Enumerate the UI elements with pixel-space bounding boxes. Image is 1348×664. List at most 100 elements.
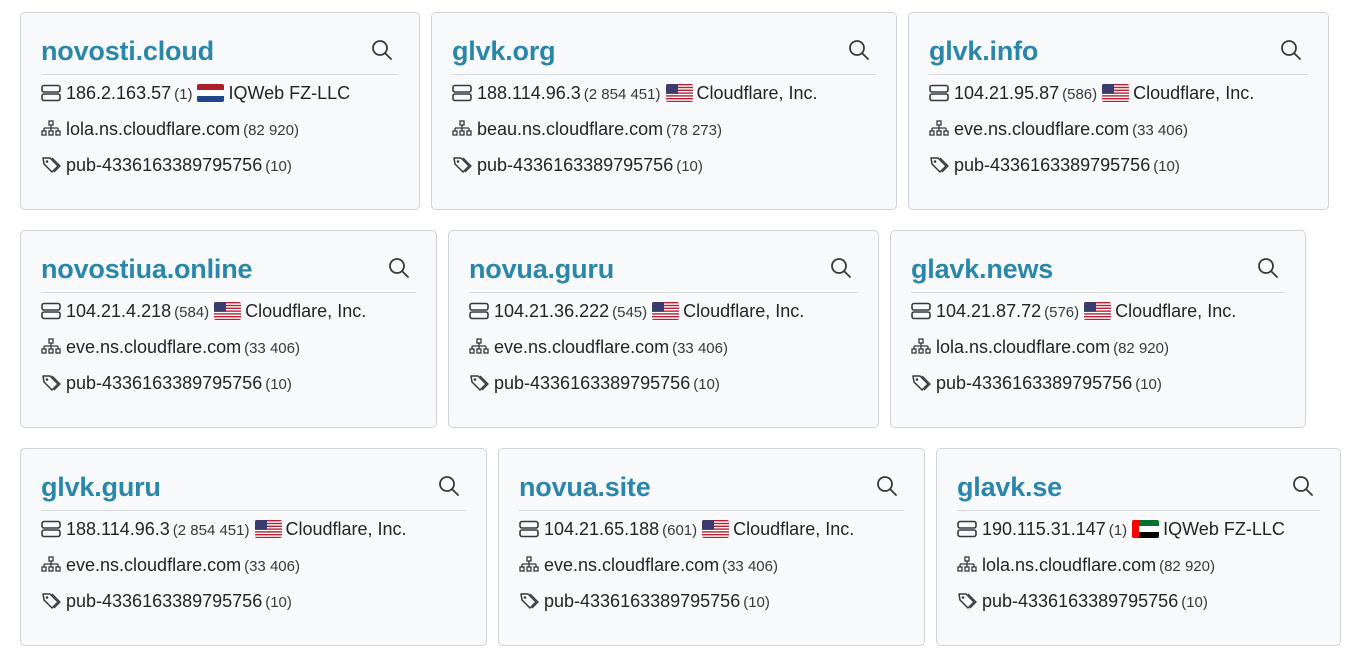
ip-address[interactable]: 188.114.96.3 <box>477 83 581 103</box>
ip-address[interactable]: 104.21.4.218 <box>66 301 171 321</box>
pub-line: pub-4336163389795756 (10) <box>41 147 399 183</box>
sitemap-icon <box>957 556 977 574</box>
search-icon[interactable] <box>371 39 393 61</box>
provider-name[interactable]: Cloudflare, Inc. <box>683 301 804 321</box>
ip-line: 104.21.95.87 (586) Cloudflare, Inc. <box>929 75 1308 111</box>
domain-link[interactable]: glavk.se <box>957 471 1062 503</box>
provider-name[interactable]: Cloudflare, Inc. <box>697 83 818 103</box>
ip-address[interactable]: 190.115.31.147 <box>982 519 1106 539</box>
pub-line: pub-4336163389795756 (10) <box>929 147 1308 183</box>
pub-line: pub-4336163389795756 (10) <box>41 365 416 401</box>
ip-count: (2 854 451) <box>583 86 661 103</box>
domain-card: novua.site 104.21.65.188 (601) Cloudflare,… <box>498 448 925 646</box>
nameserver[interactable]: lola.ns.cloudflare.com <box>936 337 1110 357</box>
ip-line: 104.21.4.218 (584) Cloudflare, Inc. <box>41 293 416 329</box>
search-icon[interactable] <box>388 257 410 279</box>
domain-link[interactable]: novua.site <box>519 471 651 503</box>
ip-address[interactable]: 104.21.36.222 <box>494 301 609 321</box>
publisher-id[interactable]: pub-4336163389795756 <box>66 373 262 393</box>
tag-icon <box>929 156 949 174</box>
card-header: novua.site <box>519 449 904 511</box>
ip-address[interactable]: 186.2.163.57 <box>66 83 171 103</box>
us-flag-icon <box>702 520 730 538</box>
pub-count: (10) <box>743 594 770 611</box>
nameserver[interactable]: eve.ns.cloudflare.com <box>66 555 241 575</box>
search-icon[interactable] <box>848 39 870 61</box>
provider-name[interactable]: Cloudflare, Inc. <box>245 301 366 321</box>
provider-name[interactable]: Cloudflare, Inc. <box>1133 83 1254 103</box>
pub-count: (10) <box>265 158 292 175</box>
publisher-id[interactable]: pub-4336163389795756 <box>66 591 262 611</box>
ns-count: (78 273) <box>666 122 722 139</box>
nameserver[interactable]: eve.ns.cloudflare.com <box>494 337 669 357</box>
ip-count: (584) <box>174 304 210 321</box>
pub-line: pub-4336163389795756 (10) <box>452 147 876 183</box>
ns-line: lola.ns.cloudflare.com (82 920) <box>911 329 1285 365</box>
ns-line: eve.ns.cloudflare.com (33 406) <box>929 111 1308 147</box>
provider-name[interactable]: Cloudflare, Inc. <box>1115 301 1236 321</box>
domain-link[interactable]: novostiua.online <box>41 253 253 285</box>
ns-line: lola.ns.cloudflare.com (82 920) <box>41 111 399 147</box>
ip-line: 104.21.65.188 (601) Cloudflare, Inc. <box>519 511 904 547</box>
nameserver[interactable]: eve.ns.cloudflare.com <box>954 119 1129 139</box>
search-icon[interactable] <box>438 475 460 497</box>
sitemap-icon <box>41 338 61 356</box>
domain-card: novosti.cloud 186.2.163.57 (1) IQWeb FZ-LL… <box>20 12 420 210</box>
ip-count: (586) <box>1062 86 1098 103</box>
pub-count: (10) <box>265 376 292 393</box>
publisher-id[interactable]: pub-4336163389795756 <box>544 591 740 611</box>
provider-name[interactable]: Cloudflare, Inc. <box>286 519 407 539</box>
sitemap-icon <box>911 338 931 356</box>
ns-count: (82 920) <box>1159 558 1215 575</box>
domain-link[interactable]: glvk.guru <box>41 471 161 503</box>
ns-line: eve.ns.cloudflare.com (33 406) <box>469 329 858 365</box>
nameserver[interactable]: beau.ns.cloudflare.com <box>477 119 663 139</box>
pub-count: (10) <box>676 158 703 175</box>
sitemap-icon <box>452 120 472 138</box>
search-icon[interactable] <box>1292 475 1314 497</box>
ip-address[interactable]: 188.114.96.3 <box>66 519 170 539</box>
publisher-id[interactable]: pub-4336163389795756 <box>477 155 673 175</box>
publisher-id[interactable]: pub-4336163389795756 <box>494 373 690 393</box>
tag-icon <box>519 592 539 610</box>
publisher-id[interactable]: pub-4336163389795756 <box>936 373 1132 393</box>
provider-name[interactable]: Cloudflare, Inc. <box>733 519 854 539</box>
server-icon <box>41 84 61 102</box>
server-icon <box>469 302 489 320</box>
ip-line: 104.21.87.72 (576) Cloudflare, Inc. <box>911 293 1285 329</box>
domain-link[interactable]: glvk.org <box>452 35 556 67</box>
domain-link[interactable]: novua.guru <box>469 253 614 285</box>
search-icon[interactable] <box>1257 257 1279 279</box>
search-icon[interactable] <box>876 475 898 497</box>
search-icon[interactable] <box>830 257 852 279</box>
tag-icon <box>452 156 472 174</box>
domain-card: glvk.guru 188.114.96.3 (2 854 451) Cloudfl… <box>20 448 487 646</box>
provider-name[interactable]: IQWeb FZ-LLC <box>228 83 350 103</box>
ip-count: (2 854 451) <box>172 522 250 539</box>
sitemap-icon <box>41 556 61 574</box>
domain-link[interactable]: glavk.news <box>911 253 1053 285</box>
sitemap-icon <box>929 120 949 138</box>
pub-line: pub-4336163389795756 (10) <box>519 583 904 619</box>
ip-address[interactable]: 104.21.87.72 <box>936 301 1041 321</box>
domain-link[interactable]: glvk.info <box>929 35 1038 67</box>
nameserver[interactable]: eve.ns.cloudflare.com <box>544 555 719 575</box>
publisher-id[interactable]: pub-4336163389795756 <box>954 155 1150 175</box>
publisher-id[interactable]: pub-4336163389795756 <box>66 155 262 175</box>
ns-count: (33 406) <box>672 340 728 357</box>
card-header: glvk.info <box>929 13 1308 75</box>
publisher-id[interactable]: pub-4336163389795756 <box>982 591 1178 611</box>
ip-address[interactable]: 104.21.95.87 <box>954 83 1059 103</box>
nameserver[interactable]: eve.ns.cloudflare.com <box>66 337 241 357</box>
us-flag-icon <box>652 302 680 320</box>
provider-name[interactable]: IQWeb FZ-LLC <box>1163 519 1285 539</box>
ip-count: (576) <box>1044 304 1080 321</box>
search-icon[interactable] <box>1280 39 1302 61</box>
pub-count: (10) <box>1153 158 1180 175</box>
domain-card: glavk.news 104.21.87.72 (576) Cloudflare, … <box>890 230 1306 428</box>
server-icon <box>452 84 472 102</box>
nameserver[interactable]: lola.ns.cloudflare.com <box>982 555 1156 575</box>
domain-link[interactable]: novosti.cloud <box>41 35 214 67</box>
nameserver[interactable]: lola.ns.cloudflare.com <box>66 119 240 139</box>
ip-address[interactable]: 104.21.65.188 <box>544 519 659 539</box>
